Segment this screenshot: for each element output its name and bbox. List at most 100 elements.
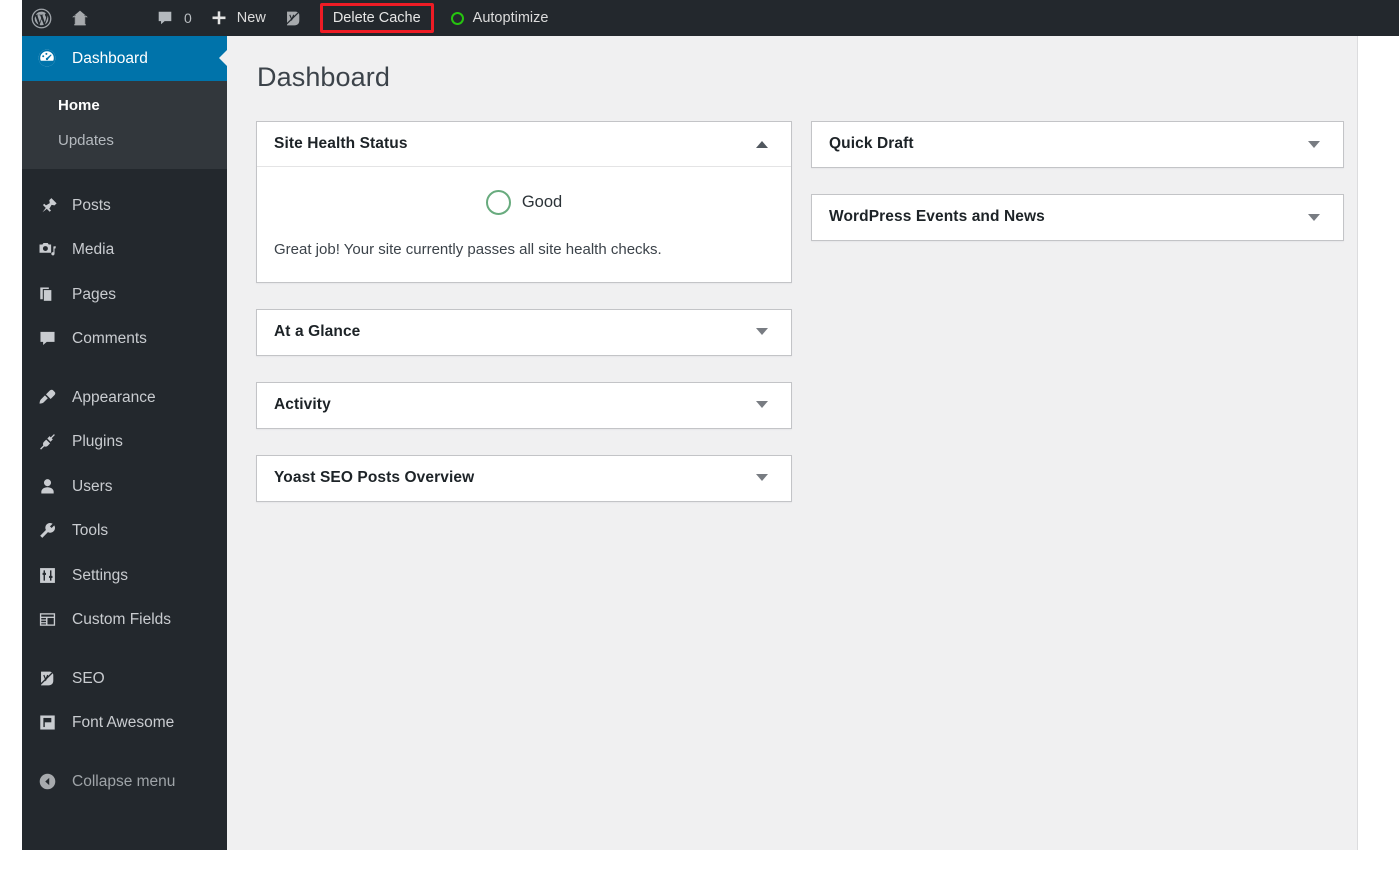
- circle-outline-icon: [485, 190, 511, 215]
- paintbrush-icon: [36, 386, 58, 408]
- postbox-site-health-status: Site Health Status Good Great job! Your …: [256, 121, 792, 283]
- sidebar-item-posts[interactable]: Posts: [22, 183, 227, 228]
- admin-bar: 0 New Delete Cache Autoptimize: [22, 0, 1399, 36]
- new-content-menu[interactable]: New: [201, 0, 275, 36]
- dashboard-column-right: Quick Draft WordPress Events and News: [811, 121, 1344, 267]
- dashboard-submenu: Home Updates: [22, 80, 227, 169]
- sidebar-item-label: Pages: [72, 285, 116, 303]
- delete-cache-button[interactable]: Delete Cache: [319, 3, 434, 33]
- postbox-yoast-seo-posts-overview: Yoast SEO Posts Overview: [256, 454, 792, 502]
- collapse-menu-button[interactable]: Collapse menu: [22, 759, 227, 804]
- page-title: Dashboard: [257, 62, 390, 92]
- autoptimize-menu[interactable]: Autoptimize: [442, 0, 558, 36]
- sliders-icon: [36, 564, 58, 586]
- dashboard-gauge-icon: [36, 47, 58, 69]
- sidebar-item-label: Dashboard: [72, 49, 148, 67]
- sidebar-item-comments[interactable]: Comments: [22, 317, 227, 362]
- plus-icon: [210, 9, 228, 27]
- comments-menu[interactable]: 0: [147, 0, 201, 36]
- comment-bubble-icon: [36, 328, 58, 350]
- chevron-down-icon[interactable]: [1301, 131, 1327, 157]
- sidebar-item-settings[interactable]: Settings: [22, 553, 227, 598]
- autoptimize-ring-icon: [450, 11, 464, 25]
- sidebar-submenu-updates[interactable]: Updates: [22, 123, 227, 159]
- sidebar-item-custom-fields[interactable]: Custom Fields: [22, 598, 227, 643]
- sidebar-separator: [22, 361, 227, 375]
- chevron-down-icon[interactable]: [749, 465, 775, 491]
- pin-icon: [36, 194, 58, 216]
- postbox-title: WordPress Events and News: [829, 208, 1045, 225]
- collapse-arrow-left-icon: [36, 770, 58, 792]
- sidebar-item-label: Settings: [72, 566, 129, 584]
- postbox-header[interactable]: WordPress Events and News: [812, 195, 1343, 240]
- site-health-description: Great job! Your site currently passes al…: [274, 241, 662, 258]
- plug-icon: [36, 431, 58, 453]
- postbox-header[interactable]: Yoast SEO Posts Overview: [257, 456, 791, 501]
- wordpress-logo-menu[interactable]: [22, 0, 61, 36]
- site-health-status-row: Good: [274, 190, 774, 215]
- postbox-wordpress-events-and-news: WordPress Events and News: [811, 194, 1344, 241]
- dashboard-column-left: Site Health Status Good Great job! Your …: [256, 121, 792, 528]
- sidebar-item-label: Plugins: [72, 433, 123, 450]
- postbox-header[interactable]: Site Health Status: [257, 122, 791, 167]
- dashboard-content: Dashboard Site Health Status Good Great …: [227, 36, 1358, 850]
- sidebar-separator: [22, 745, 227, 759]
- sidebar-item-label: Media: [72, 241, 115, 258]
- admin-sidebar: Dashboard Home Updates Posts Media Pages…: [22, 36, 227, 850]
- postbox-title: Quick Draft: [829, 135, 914, 152]
- sidebar-separator: [22, 642, 227, 656]
- flag-icon: [36, 712, 58, 734]
- table-grid-icon: [36, 609, 58, 631]
- sidebar-item-pages[interactable]: Pages: [22, 272, 227, 317]
- sidebar-item-seo[interactable]: SEO: [22, 656, 227, 701]
- chevron-down-icon[interactable]: [749, 392, 775, 418]
- sidebar-item-label: Font Awesome: [72, 714, 175, 731]
- comments-count: 0: [184, 10, 192, 26]
- new-label: New: [236, 10, 266, 26]
- postbox-title: Activity: [274, 395, 331, 413]
- sidebar-item-label: Posts: [72, 196, 111, 214]
- chevron-down-icon[interactable]: [1301, 204, 1327, 230]
- sidebar-item-label: SEO: [72, 669, 105, 687]
- sidebar-item-label: Custom Fields: [72, 611, 172, 628]
- postbox-at-a-glance: At a Glance: [256, 308, 792, 356]
- sidebar-submenu-home[interactable]: Home: [22, 88, 227, 124]
- collapse-menu-label: Collapse menu: [72, 772, 176, 790]
- wordpress-admin-screen: 0 New Delete Cache Autoptimize Dashboard…: [0, 0, 1399, 874]
- sidebar-item-media[interactable]: Media: [22, 228, 227, 273]
- sidebar-item-tools[interactable]: Tools: [22, 509, 227, 554]
- postbox-quick-draft: Quick Draft: [811, 121, 1344, 168]
- sidebar-item-plugins[interactable]: Plugins: [22, 420, 227, 465]
- sidebar-item-label: Comments: [72, 330, 147, 347]
- user-icon: [36, 475, 58, 497]
- chevron-down-icon[interactable]: [749, 319, 775, 345]
- wrench-icon: [36, 520, 58, 542]
- postbox-body: Good Great job! Your site currently pass…: [257, 167, 791, 282]
- site-home-menu[interactable]: [61, 0, 99, 36]
- pages-stack-icon: [36, 283, 58, 305]
- sidebar-item-users[interactable]: Users: [22, 464, 227, 509]
- sidebar-item-label: Users: [72, 477, 113, 495]
- sidebar-item-font-awesome[interactable]: Font Awesome: [22, 701, 227, 746]
- postbox-activity: Activity: [256, 381, 792, 429]
- sidebar-item-appearance[interactable]: Appearance: [22, 375, 227, 420]
- wordpress-logo-icon: [31, 8, 52, 29]
- media-camera-music-icon: [36, 239, 58, 261]
- postbox-title: Yoast SEO Posts Overview: [274, 468, 475, 486]
- yoast-seo-icon: [36, 667, 58, 689]
- postbox-header[interactable]: Activity: [257, 383, 791, 428]
- postbox-header[interactable]: At a Glance: [257, 310, 791, 355]
- sidebar-item-label: Tools: [72, 522, 109, 539]
- delete-cache-label: Delete Cache: [332, 10, 421, 26]
- home-icon: [70, 8, 90, 28]
- sidebar-separator: [22, 169, 227, 183]
- autoptimize-label: Autoptimize: [472, 10, 549, 26]
- chevron-up-icon[interactable]: [749, 131, 775, 157]
- postbox-header[interactable]: Quick Draft: [812, 122, 1343, 167]
- postbox-title: Site Health Status: [274, 135, 408, 152]
- site-health-status-label: Good: [521, 193, 563, 211]
- sidebar-item-label: Appearance: [72, 388, 156, 406]
- yoast-seo-icon: [284, 9, 303, 28]
- yoast-seo-menu[interactable]: [275, 0, 312, 36]
- sidebar-item-dashboard[interactable]: Dashboard: [22, 36, 227, 81]
